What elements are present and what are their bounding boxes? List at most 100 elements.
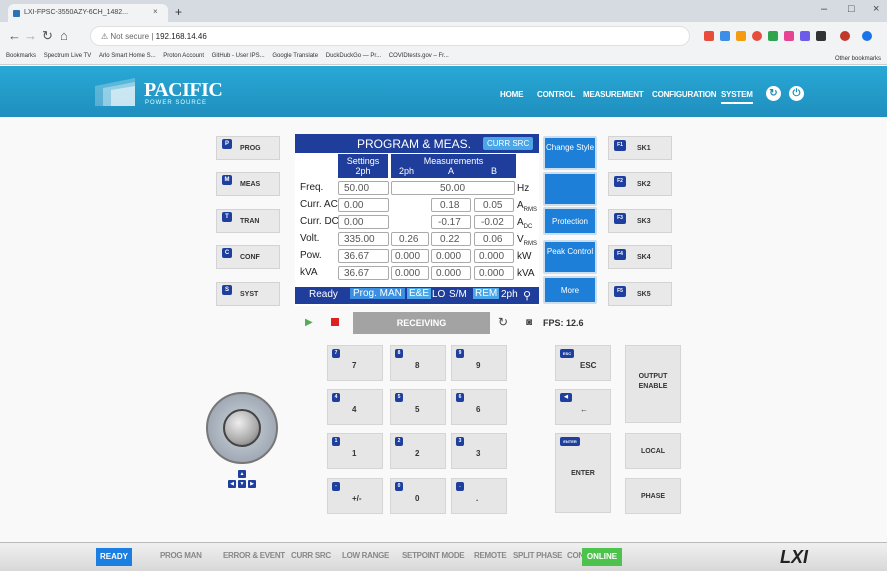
extension-icon[interactable] xyxy=(816,31,826,41)
peak-control-button[interactable]: Peak Control xyxy=(543,240,597,274)
arrow-right-icon[interactable]: ▶ xyxy=(248,480,256,488)
backspace-button[interactable]: ◀ ← xyxy=(555,389,611,425)
url-input[interactable]: ⚠ Not secure | 192.168.14.46 xyxy=(90,26,690,46)
pow-b: 0.000 xyxy=(474,249,514,263)
nav-configuration[interactable]: CONFIGURATION xyxy=(652,90,717,99)
key-2[interactable]: 22 xyxy=(390,433,446,469)
curr-dc-unit: ADC xyxy=(517,217,533,230)
refresh-circle-icon[interactable]: ↻ xyxy=(766,86,781,101)
esc-button[interactable]: ESC ESC xyxy=(555,345,611,381)
sk2-button[interactable]: F2 SK2 xyxy=(608,172,672,196)
volt-setting[interactable]: 335.00 xyxy=(338,232,389,246)
sk1-button[interactable]: F1 SK1 xyxy=(608,136,672,160)
nav-measurement[interactable]: MEASUREMENT xyxy=(583,90,644,99)
arrow-left-icon[interactable]: ◀ xyxy=(228,480,236,488)
curr-src-badge: CURR SRC xyxy=(483,137,534,150)
bookmark-item[interactable]: Spectrum Live TV xyxy=(44,53,92,59)
row-label: Freq. xyxy=(300,182,324,193)
arrow-down-icon[interactable]: ▼ xyxy=(238,480,246,488)
profile-avatar[interactable] xyxy=(840,31,850,41)
status-bar: READY PROG MAN ERROR & EVENT CURR SRC LO… xyxy=(0,542,887,571)
key-decimal[interactable]: .. xyxy=(451,478,507,514)
extension-icon[interactable] xyxy=(784,31,794,41)
key-3[interactable]: 33 xyxy=(451,433,507,469)
close-window-icon[interactable]: × xyxy=(873,3,879,15)
bookmark-item[interactable]: Bookmarks xyxy=(6,53,36,59)
key-9[interactable]: 99 xyxy=(451,345,507,381)
sk3-label: SK3 xyxy=(637,218,651,225)
syst-button[interactable]: S SYST xyxy=(216,282,280,306)
pow-setting[interactable]: 36.67 xyxy=(338,249,389,263)
extension-icon[interactable] xyxy=(704,31,714,41)
protection-button[interactable]: Protection xyxy=(543,207,597,235)
sk5-button[interactable]: F5 SK5 xyxy=(608,282,672,306)
key-5[interactable]: 55 xyxy=(390,389,446,425)
program-meas-panel: PROGRAM & MEAS. CURR SRC Settings 2ph Me… xyxy=(295,134,539,306)
key-1[interactable]: 11 xyxy=(327,433,383,469)
key-0[interactable]: 00 xyxy=(390,478,446,514)
tran-button[interactable]: T TRAN xyxy=(216,209,280,233)
output-enable-button[interactable]: OUTPUT ENABLE xyxy=(625,345,681,423)
bookmark-item[interactable]: GitHub - User IPS... xyxy=(212,53,265,59)
meas-button[interactable]: M MEAS xyxy=(216,172,280,196)
curr-dc-setting[interactable]: 0.00 xyxy=(338,215,389,229)
kva-setting[interactable]: 36.67 xyxy=(338,266,389,280)
enter-button[interactable]: ENTER ENTER xyxy=(555,433,611,513)
sk4-button[interactable]: F4 SK4 xyxy=(608,245,672,269)
bookmark-item[interactable]: Proton Account xyxy=(163,53,204,59)
minimize-icon[interactable]: – xyxy=(821,3,827,15)
back-icon[interactable]: ← xyxy=(8,28,21,43)
menu-icon[interactable] xyxy=(862,31,872,41)
maximize-icon[interactable]: □ xyxy=(848,3,855,15)
key-7[interactable]: 77 xyxy=(327,345,383,381)
extension-icon[interactable] xyxy=(752,31,762,41)
forward-icon[interactable]: → xyxy=(24,28,37,43)
more-button[interactable]: More xyxy=(543,276,597,304)
knob-center[interactable] xyxy=(223,409,261,447)
reload-icon[interactable]: ↻ xyxy=(42,28,53,44)
key-label: 9 xyxy=(476,361,481,370)
refresh-icon[interactable]: ↻ xyxy=(498,315,508,329)
new-tab-icon[interactable]: + xyxy=(175,5,182,19)
nav-control[interactable]: CONTROL xyxy=(537,90,575,99)
extension-icon[interactable] xyxy=(736,31,746,41)
meas-sub-2ph: 2ph xyxy=(399,166,415,176)
prog-button[interactable]: P PROG xyxy=(216,136,280,160)
bookmark-item[interactable]: COVIDtests.gov – Fr... xyxy=(389,53,449,59)
extension-icon[interactable] xyxy=(720,31,730,41)
power-circle-icon[interactable]: ⏻ xyxy=(789,86,804,101)
camera-icon[interactable]: ◙ xyxy=(526,317,532,328)
key-6[interactable]: 66 xyxy=(451,389,507,425)
bookmark-item[interactable]: Arlo Smart Home S... xyxy=(99,53,156,59)
bookmark-item[interactable]: DuckDuckGo — Pr... xyxy=(326,53,381,59)
lxi-logo: LXI xyxy=(780,547,809,567)
meas-label: MEAS xyxy=(240,181,261,188)
extension-icon[interactable] xyxy=(768,31,778,41)
key-8[interactable]: 88 xyxy=(390,345,446,381)
key-label: 6 xyxy=(476,405,481,414)
extension-icon[interactable] xyxy=(800,31,810,41)
freq-setting[interactable]: 50.00 xyxy=(338,181,389,195)
conf-button[interactable]: C CONF xyxy=(216,245,280,269)
back-label: ← xyxy=(580,405,588,414)
key-plus-minus[interactable]: - +/- xyxy=(327,478,383,514)
sk4-label: SK4 xyxy=(637,254,651,261)
browser-tab[interactable]: LXI-FPSC-3550AZY-6CH_1482... xyxy=(8,4,168,22)
local-button[interactable]: LOCAL xyxy=(625,433,681,469)
play-icon[interactable]: ▶ xyxy=(305,317,313,328)
other-bookmarks[interactable]: Other bookmarks xyxy=(835,56,881,62)
change-style-button[interactable]: Change Style xyxy=(543,136,597,170)
bookmark-item[interactable]: Google Translate xyxy=(272,53,318,59)
blank-button[interactable] xyxy=(543,172,597,206)
home-icon[interactable]: ⌂ xyxy=(60,28,68,43)
curr-ac-setting[interactable]: 0.00 xyxy=(338,198,389,212)
nav-system[interactable]: SYSTEM xyxy=(721,90,753,104)
key-4[interactable]: 44 xyxy=(327,389,383,425)
phase-button[interactable]: PHASE xyxy=(625,478,681,514)
arrow-up-icon[interactable]: ▲ xyxy=(238,470,246,478)
sk3-button[interactable]: F3 SK3 xyxy=(608,209,672,233)
tab-close-icon[interactable]: × xyxy=(153,7,158,16)
key-badge: . xyxy=(456,482,464,491)
stop-icon[interactable] xyxy=(331,318,339,326)
nav-home[interactable]: HOME xyxy=(500,90,523,99)
